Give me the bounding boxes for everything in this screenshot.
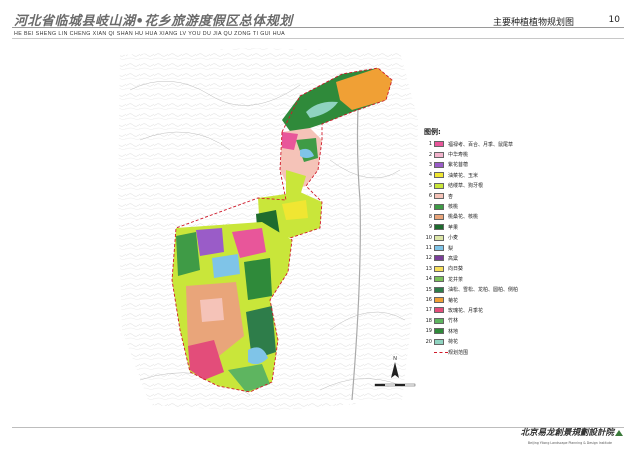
legend-swatch — [434, 317, 444, 324]
legend-swatch — [434, 172, 444, 179]
legend-number: 15 — [425, 286, 432, 293]
legend-label: 核桃 — [448, 204, 459, 211]
legend-list: 1 福禄考、百合、月季、鼠尾草 2 中华寿桃 3 紫花苜蓿 4 油菜花、玉米 5 结缕草、狗牙根 6… — [424, 139, 542, 347]
legend-item: 7 核桃 — [424, 201, 542, 211]
legend-item: 14 龙井茶 — [424, 274, 542, 284]
legend-number: 16 — [425, 297, 432, 304]
legend-swatch — [434, 265, 444, 272]
legend-number: 9 — [428, 224, 432, 231]
legend-number: 3 — [428, 161, 432, 168]
legend-number: 5 — [428, 182, 432, 189]
legend-item: 8 桃桑花、核桃 — [424, 212, 542, 222]
legend-number: 4 — [428, 172, 432, 179]
legend-swatch — [434, 151, 444, 158]
zone-alfalfa — [196, 228, 224, 256]
legend-swatch — [434, 213, 444, 220]
legend-item: 3 紫花苜蓿 — [424, 160, 542, 170]
legend-swatch — [434, 193, 444, 200]
legend-item: 13 向日葵 — [424, 264, 542, 274]
institute-logo-text: 北京易龙創景規劃設計院 — [520, 428, 614, 438]
planning-range-symbol — [434, 351, 448, 353]
zone-apricot — [200, 298, 224, 322]
institute-logo-icon — [615, 430, 623, 436]
zone-forest-center — [244, 258, 272, 300]
institute-english-name: Beijing Yilong Landscape Planning & Desi… — [527, 441, 612, 445]
legend-title: 图例: — [424, 128, 441, 136]
legend-number: 17 — [425, 307, 432, 314]
legend-label: 荷花 — [448, 339, 459, 346]
legend-item: 11 梨 — [424, 243, 542, 253]
legend-number: 8 — [428, 213, 432, 220]
legend-item: 17 玫瑰花、月季花 — [424, 305, 542, 315]
legend-label: 向日葵 — [448, 266, 464, 273]
legend-number: 7 — [428, 203, 432, 210]
legend-number: 18 — [425, 317, 432, 324]
legend-label: 规划范围 — [448, 349, 469, 356]
legend-item: 5 结缕草、狗牙根 — [424, 181, 542, 191]
legend-item: 18 竹林 — [424, 316, 542, 326]
legend-label: 小麦 — [448, 235, 459, 242]
legend-item: 15 油松、雪松、龙柏、圆柏、侧柏 — [424, 284, 542, 294]
legend-swatch — [434, 245, 444, 252]
map-legend: 图例: 1 福禄考、百合、月季、鼠尾草 2 中华寿桃 3 紫花苜蓿 4 油菜花、玉米 5 结缕草、… — [424, 127, 542, 357]
legend-swatch — [434, 161, 444, 168]
legend-number: 19 — [425, 328, 432, 335]
legend-number: 2 — [428, 151, 432, 158]
dashed-line-icon — [434, 351, 448, 353]
legend-label: 玫瑰花、月季花 — [448, 307, 484, 314]
legend-item: 9 苹果 — [424, 222, 542, 232]
legend-swatch — [434, 255, 444, 262]
north-label: N — [393, 356, 397, 362]
legend-swatch — [434, 141, 444, 148]
legend-label: 油菜花、玉米 — [448, 172, 479, 179]
legend-swatch — [434, 234, 444, 241]
legend-number: 12 — [425, 255, 432, 262]
legend-swatch — [434, 224, 444, 231]
legend-item: 16 菊花 — [424, 295, 542, 305]
legend-item: 1 福禄考、百合、月季、鼠尾草 — [424, 139, 542, 149]
legend-item-planning-range: 规划范围 — [424, 347, 542, 357]
legend-number: 20 — [425, 338, 432, 345]
legend-label: 杏 — [448, 193, 454, 200]
legend-label: 梨 — [448, 245, 454, 252]
legend-swatch — [434, 203, 444, 210]
legend-item: 6杏 — [424, 191, 542, 201]
legend-swatch — [434, 297, 444, 304]
legend-label: 苹果 — [448, 224, 459, 231]
scale-bar — [374, 383, 416, 387]
legend-item: 19 林地 — [424, 326, 542, 336]
legend-number: 14 — [425, 276, 432, 283]
legend-label: 竹林 — [448, 318, 459, 325]
legend-item: 4 油菜花、玉米 — [424, 170, 542, 180]
legend-item: 20 荷花 — [424, 336, 542, 346]
legend-label: 油松、雪松、龙柏、圆柏、侧柏 — [448, 287, 519, 294]
legend-label: 高粱 — [448, 255, 459, 262]
legend-item: 2 中华寿桃 — [424, 149, 542, 159]
legend-item: 10 小麦 — [424, 233, 542, 243]
legend-label: 林地 — [448, 328, 459, 335]
legend-label: 桃桑花、核桃 — [448, 214, 479, 221]
legend-label: 福禄考、百合、月季、鼠尾草 — [448, 141, 514, 148]
legend-label: 菊花 — [448, 297, 459, 304]
legend-label: 结缕草、狗牙根 — [448, 183, 484, 190]
legend-swatch — [434, 182, 444, 189]
legend-item: 12 高粱 — [424, 253, 542, 263]
legend-number: 1 — [428, 141, 432, 148]
legend-number: 10 — [425, 234, 432, 241]
legend-number: 11 — [425, 245, 432, 252]
legend-number: 6 — [428, 193, 432, 200]
legend-label: 龙井茶 — [448, 276, 464, 283]
legend-swatch — [434, 307, 444, 314]
legend-label: 中华寿桃 — [448, 152, 469, 159]
legend-swatch — [434, 286, 444, 293]
legend-label: 紫花苜蓿 — [448, 162, 469, 169]
legend-swatch — [434, 276, 444, 283]
legend-number: 13 — [425, 265, 432, 272]
zone-forest-west — [176, 232, 200, 276]
legend-swatch — [434, 328, 444, 335]
legend-swatch — [434, 338, 444, 345]
zone-pear — [212, 254, 240, 278]
